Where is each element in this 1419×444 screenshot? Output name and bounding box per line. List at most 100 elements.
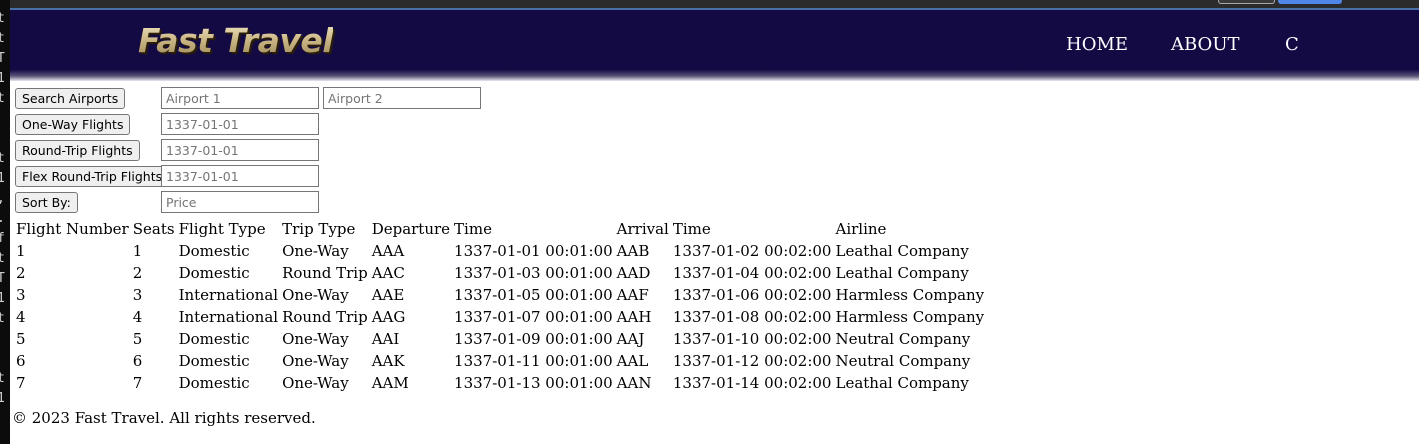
col-trip-type: Trip Type	[282, 220, 356, 238]
browser-chrome-strip	[10, 0, 1419, 10]
col-airline: Airline	[835, 220, 887, 238]
departure-time-cell: 1337-01-11 00:01:00	[454, 352, 613, 370]
seats-cell: 2	[132, 264, 143, 282]
flights-table: Flight Number Seats Flight Type Trip Typ…	[13, 217, 987, 395]
trip-type-cell: One-Way	[282, 286, 349, 304]
flight-number-cell: 1	[16, 242, 26, 260]
airport-2-input[interactable]	[323, 87, 481, 109]
terminal-char: t	[0, 31, 5, 46]
airport-1-input[interactable]	[161, 87, 319, 109]
airline-cell: Neutral Company	[835, 352, 971, 370]
arrival-time-cell: 1337-01-04 00:02:00	[672, 264, 832, 282]
col-seats: Seats	[132, 220, 175, 238]
terminal-char: 1	[0, 171, 5, 186]
terminal-char: t	[0, 91, 5, 106]
flight-type-cell: International	[178, 308, 279, 326]
chrome-button[interactable]	[1218, 0, 1275, 4]
flex-round-trip-date-input[interactable]	[161, 165, 319, 187]
departure-cell: AAK	[371, 352, 405, 370]
terminal-char: t	[0, 371, 5, 386]
departure-cell: AAC	[371, 264, 405, 282]
round-trip-flights-button[interactable]: Round-Trip Flights	[15, 140, 140, 161]
flight-type-cell: Domestic	[178, 330, 250, 348]
one-way-flights-button[interactable]: One-Way Flights	[15, 114, 131, 135]
terminal-char: ,	[0, 192, 9, 206]
nav-about-link[interactable]: ABOUT	[1171, 34, 1240, 55]
col-departure-time: Time	[454, 220, 492, 238]
round-trip-date-input[interactable]	[161, 139, 319, 161]
airline-cell: Leathal Company	[835, 374, 969, 392]
one-way-date-input[interactable]	[161, 113, 319, 135]
chrome-button-primary[interactable]	[1278, 0, 1342, 4]
table-header-row: Flight Number Seats Flight Type Trip Typ…	[15, 219, 985, 239]
flight-type-cell: Domestic	[178, 242, 250, 260]
seats-cell: 3	[132, 286, 143, 304]
site-logo[interactable]: Fast Travel	[138, 21, 334, 60]
site-header: Fast Travel HOME ABOUT C	[10, 10, 1419, 81]
terminal-char: T	[0, 271, 5, 286]
departure-cell: AAM	[371, 374, 409, 392]
table-row: 5 5 Domestic One-Way AAI 1337-01-09 00:01:00 A…	[15, 329, 985, 349]
background-terminal-strip: ttT1tt1,.ftT1tt1	[0, 0, 10, 444]
table-row: 1 1 Domestic One-Way AAA 1337-01-01 00:01:00 A…	[15, 241, 985, 261]
arrival-cell: AAB	[616, 242, 650, 260]
airline-cell: Harmless Company	[835, 286, 985, 304]
flex-round-trip-flights-button[interactable]: Flex Round-Trip Flights	[15, 166, 170, 187]
arrival-time-cell: 1337-01-10 00:02:00	[672, 330, 832, 348]
terminal-char: T	[0, 51, 5, 66]
page-footer: © 2023 Fast Travel. All rights reserved.	[12, 409, 316, 427]
flight-number-cell: 3	[16, 286, 26, 304]
arrival-time-cell: 1337-01-14 00:02:00	[672, 374, 832, 392]
flight-type-cell: International	[178, 286, 279, 304]
departure-time-cell: 1337-01-07 00:01:00	[454, 308, 613, 326]
table-body: 1 1 Domestic One-Way AAA 1337-01-01 00:01:00 A…	[15, 241, 985, 393]
flight-number-cell: 2	[16, 264, 26, 282]
flight-type-cell: Domestic	[178, 264, 250, 282]
table-row: 7 7 Domestic One-Way AAM 1337-01-13 00:01:00 A…	[15, 373, 985, 393]
departure-time-cell: 1337-01-05 00:01:00	[454, 286, 613, 304]
flight-type-cell: Domestic	[178, 352, 250, 370]
col-arrival: Arrival	[616, 220, 669, 238]
arrival-cell: AAH	[616, 308, 652, 326]
terminal-char: t	[0, 311, 5, 326]
trip-type-cell: Round Trip	[282, 264, 368, 282]
arrival-time-cell: 1337-01-02 00:02:00	[672, 242, 832, 260]
trip-type-cell: One-Way	[282, 242, 349, 260]
airline-cell: Leathal Company	[835, 264, 969, 282]
seats-cell: 4	[132, 308, 143, 326]
airline-cell: Neutral Company	[835, 330, 971, 348]
trip-type-cell: One-Way	[282, 352, 349, 370]
departure-time-cell: 1337-01-09 00:01:00	[454, 330, 613, 348]
arrival-time-cell: 1337-01-12 00:02:00	[672, 352, 832, 370]
airline-cell: Leathal Company	[835, 242, 969, 260]
departure-cell: AAA	[371, 242, 405, 260]
nav-contact-link[interactable]: C	[1285, 34, 1299, 55]
table-row: 6 6 Domestic One-Way AAK 1337-01-11 00:01:00 A…	[15, 351, 985, 371]
trip-type-cell: Round Trip	[282, 308, 368, 326]
terminal-char: .	[0, 212, 9, 226]
nav-home-link[interactable]: HOME	[1066, 34, 1128, 55]
sort-by-button[interactable]: Sort By:	[15, 192, 78, 213]
seats-cell: 7	[132, 374, 143, 392]
seats-cell: 6	[132, 352, 143, 370]
departure-cell: AAG	[371, 308, 406, 326]
col-flight-type: Flight Type	[178, 220, 266, 238]
arrival-cell: AAD	[616, 264, 651, 282]
seats-cell: 1	[132, 242, 143, 260]
search-airports-button[interactable]: Search Airports	[15, 88, 126, 109]
departure-cell: AAI	[371, 330, 400, 348]
table-row: 3 3 International One-Way AAE 1337-01-05 00:0…	[15, 285, 985, 305]
flight-number-cell: 5	[16, 330, 26, 348]
terminal-char: t	[0, 11, 5, 26]
trip-type-cell: One-Way	[282, 374, 349, 392]
col-departure: Departure	[371, 220, 451, 238]
arrival-cell: AAF	[616, 286, 649, 304]
table-row: 2 2 Domestic Round Trip AAC 1337-01-03 00:01:…	[15, 263, 985, 283]
departure-time-cell: 1337-01-01 00:01:00	[454, 242, 613, 260]
flight-number-cell: 7	[16, 374, 26, 392]
sort-by-input[interactable]	[161, 191, 319, 213]
terminal-char: t	[0, 251, 5, 266]
terminal-char: 1	[0, 391, 5, 406]
arrival-time-cell: 1337-01-08 00:02:00	[672, 308, 832, 326]
terminal-char: f	[0, 231, 5, 246]
